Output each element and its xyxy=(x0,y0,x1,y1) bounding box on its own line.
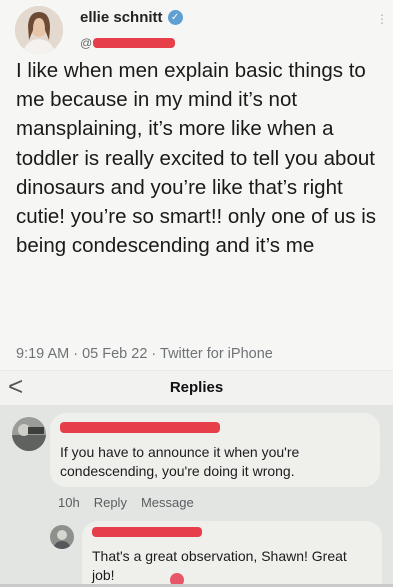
verified-badge-icon: ✓ xyxy=(167,10,183,25)
message-link[interactable]: Message xyxy=(141,495,194,510)
tweet-card: ellie schnitt ✓ @ ⋮ I like when men expl… xyxy=(0,0,393,370)
comments-section: If you have to announce it when you're c… xyxy=(0,405,393,587)
replies-title: Replies xyxy=(169,379,224,396)
reply-text: That's a great observation, Shawn! Great… xyxy=(92,548,347,583)
tweet-meta: 9:19 AM · 05 Feb 22 · Twitter for iPhone xyxy=(16,346,273,362)
commenter-name-redaction xyxy=(60,422,220,433)
reply-link[interactable]: Reply xyxy=(94,495,127,510)
commenter-avatar[interactable] xyxy=(12,417,46,451)
author-name-row[interactable]: ellie schnitt ✓ xyxy=(80,9,183,26)
author-avatar[interactable] xyxy=(15,6,63,54)
handle-prefix: @ xyxy=(80,36,93,50)
reply-bubble[interactable]: That's a great observation, Shawn! Great… xyxy=(82,521,382,587)
replies-header: < Replies xyxy=(0,371,393,405)
handle-redaction xyxy=(93,38,176,48)
reply-avatar[interactable] xyxy=(50,525,74,549)
author-name[interactable]: ellie schnitt xyxy=(80,9,163,26)
comment-text: If you have to announce it when you're c… xyxy=(60,444,300,479)
author-handle[interactable]: @ xyxy=(80,36,176,50)
more-icon[interactable]: ⋮ xyxy=(376,12,388,26)
tweet-text: I like when men explain basic things to … xyxy=(16,59,377,258)
reply-name-redaction xyxy=(92,527,202,537)
comment-time: 10h xyxy=(58,495,80,510)
comment-bubble[interactable]: If you have to announce it when you're c… xyxy=(50,413,380,487)
comment-actions: 10h Reply Message xyxy=(58,495,194,510)
